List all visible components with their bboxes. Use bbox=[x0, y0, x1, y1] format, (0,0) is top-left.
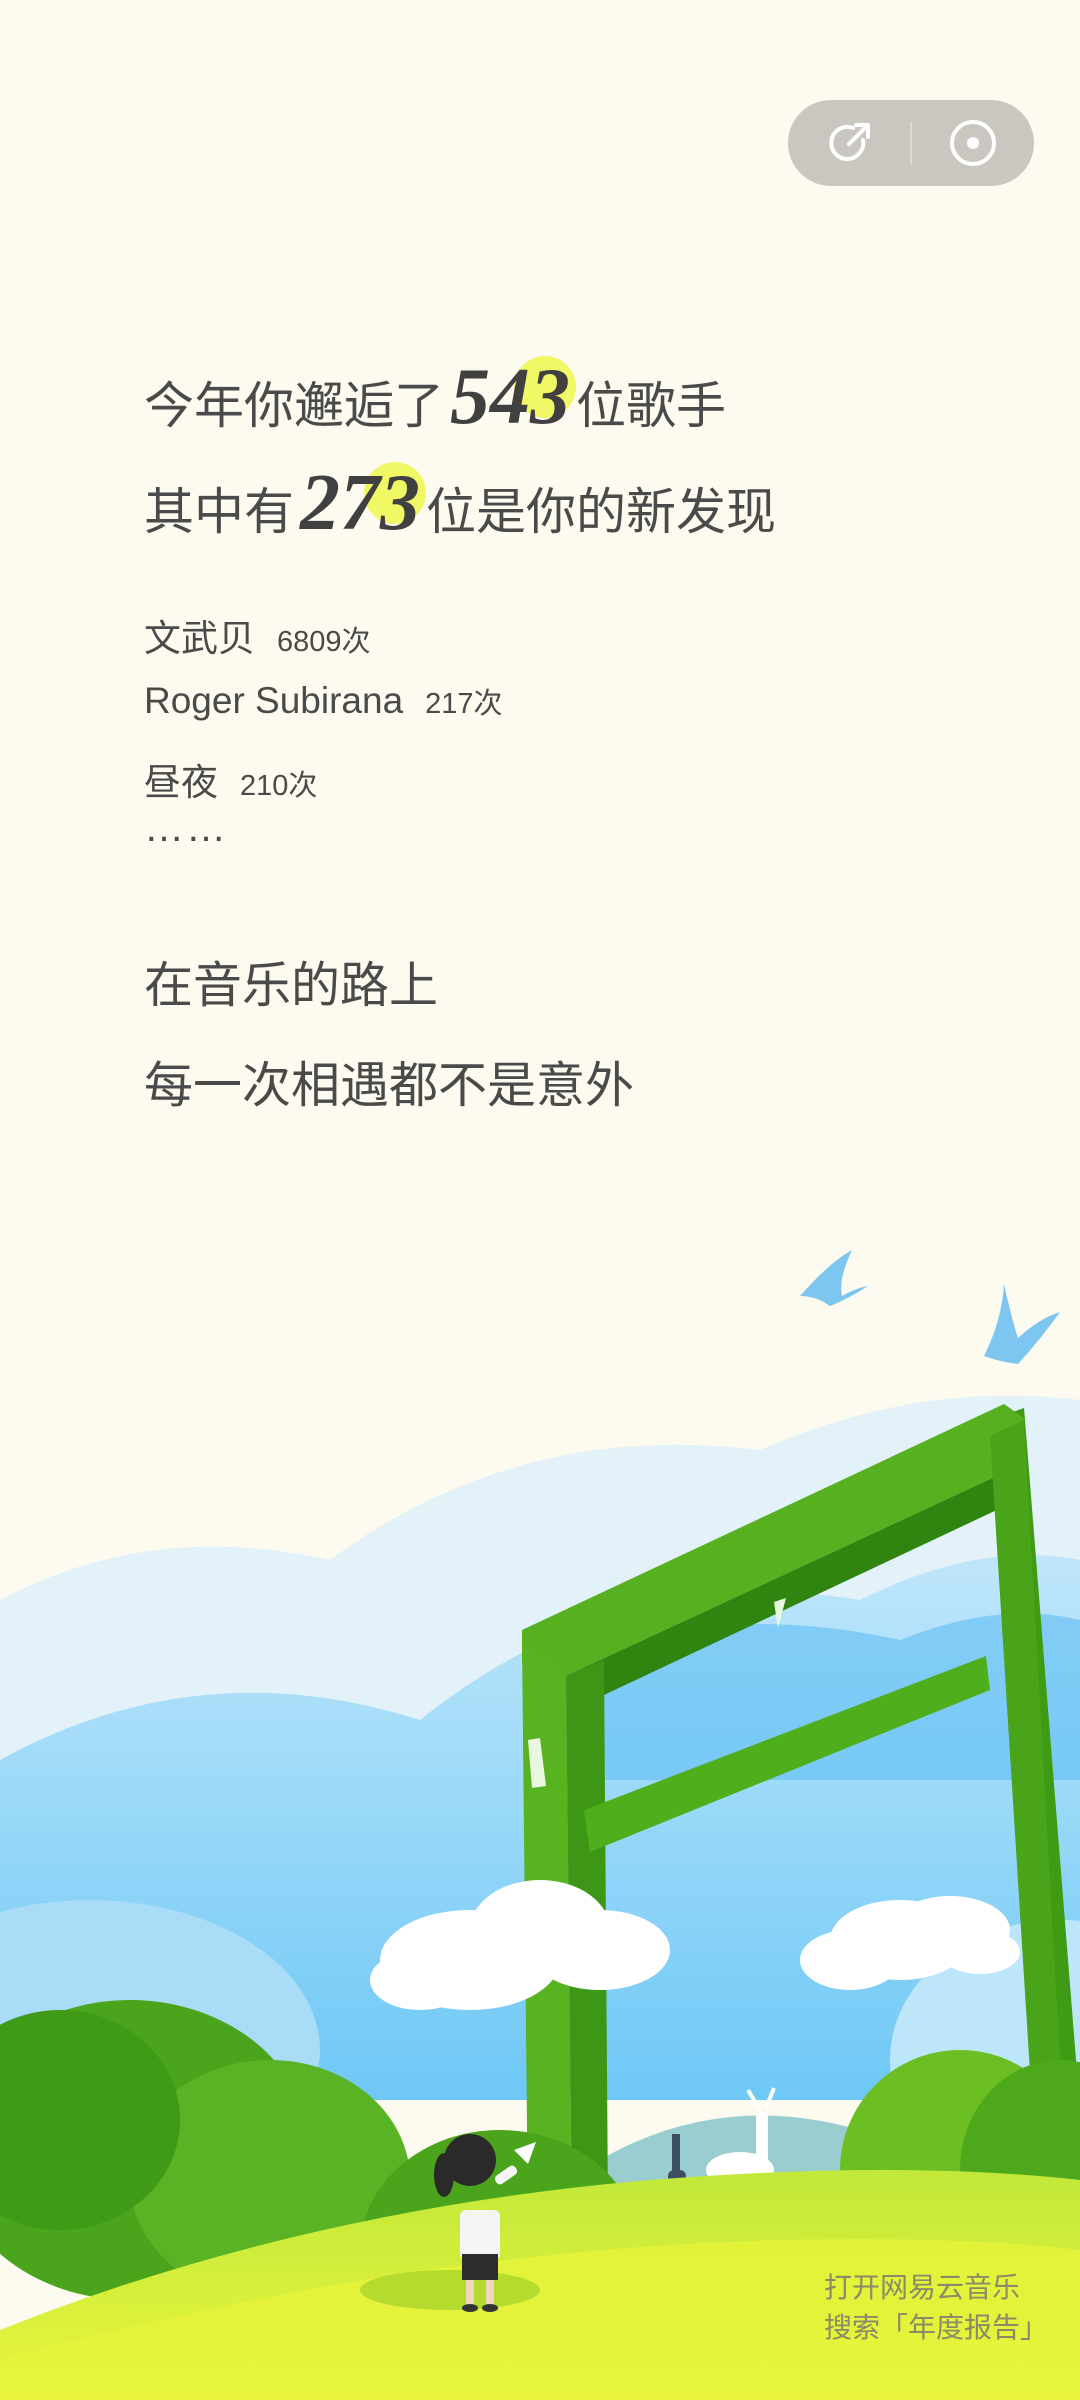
headline-artists-met: 今年你邂逅了 543 位歌手 bbox=[144, 352, 726, 443]
headline-new-artists: 其中有 273 位是你的新发现 bbox=[144, 458, 776, 549]
artist-play-count: 210次 bbox=[240, 770, 318, 802]
artist-name: 昼夜 bbox=[144, 762, 218, 803]
top-capsule bbox=[788, 100, 1034, 186]
artist-play-count: 6809次 bbox=[277, 626, 371, 658]
headline-line1-suffix: 位歌手 bbox=[576, 378, 726, 434]
landscape-illustration bbox=[0, 1250, 1080, 2400]
artist-name: Roger Subirana bbox=[144, 680, 404, 721]
artists-met-value: 543 bbox=[450, 353, 570, 441]
artist-play-count: 217次 bbox=[425, 688, 503, 720]
footer-hint: 打开网易云音乐 搜索「年度报告」 bbox=[824, 2268, 1048, 2348]
footer-line-1: 打开网易云音乐 bbox=[824, 2272, 1021, 2303]
record-button[interactable] bbox=[911, 100, 1034, 186]
bird bbox=[800, 1250, 868, 1306]
artist-name: 文武贝 bbox=[144, 618, 255, 659]
bird bbox=[984, 1284, 1060, 1364]
new-artists-number: 273 bbox=[300, 458, 426, 549]
poem-line-1: 在音乐的路上 bbox=[144, 959, 439, 1013]
ellipsis: …… bbox=[144, 806, 228, 850]
new-artists-value: 273 bbox=[300, 459, 420, 547]
record-icon bbox=[949, 120, 996, 166]
footer-line-2: 搜索「年度报告」 bbox=[824, 2312, 1049, 2343]
headline-line2-prefix: 其中有 bbox=[144, 484, 294, 540]
poem-line-2: 每一次相遇都不是意外 bbox=[144, 1059, 635, 1113]
artist-row: 文武贝 6809次 bbox=[144, 608, 371, 662]
headline-line1-prefix: 今年你邂逅了 bbox=[144, 378, 444, 434]
headline-line2-suffix: 位是你的新发现 bbox=[426, 484, 776, 540]
artist-row: 昼夜 210次 bbox=[144, 752, 317, 806]
artist-row: Roger Subirana 217次 bbox=[144, 680, 503, 722]
artists-met-number: 543 bbox=[450, 352, 576, 443]
share-button[interactable] bbox=[788, 100, 911, 186]
share-icon bbox=[828, 123, 870, 161]
